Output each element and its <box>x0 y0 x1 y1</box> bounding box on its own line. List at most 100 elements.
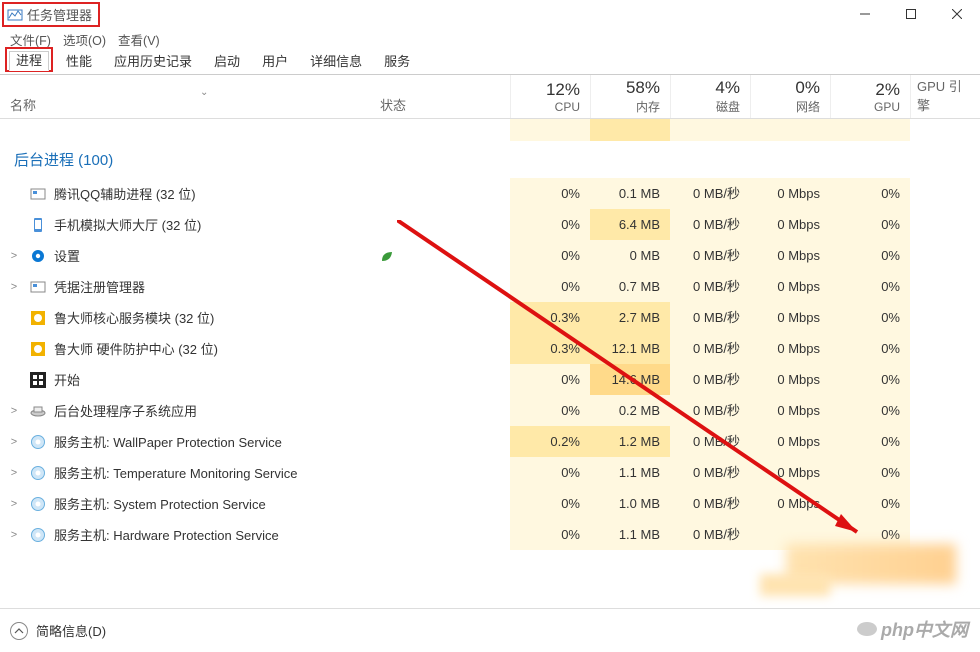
table-row[interactable]: >服务主机: Temperature Monitoring Service0%1… <box>0 457 980 488</box>
cell-gpu: 0% <box>830 333 910 364</box>
table-row[interactable]: 手机模拟大师大厅 (32 位)0%6.4 MB0 MB/秒0 Mbps0% <box>0 209 980 240</box>
cell-memory: 2.7 MB <box>590 302 670 333</box>
process-icon <box>28 434 48 450</box>
tab-details[interactable]: 详细信息 <box>299 47 373 74</box>
cell-gpu: 0% <box>830 209 910 240</box>
cell-disk: 0 MB/秒 <box>670 488 750 519</box>
cell-memory: 6.4 MB <box>590 209 670 240</box>
process-icon <box>28 341 48 357</box>
cell-memory: 1.1 MB <box>590 519 670 550</box>
tab-performance[interactable]: 性能 <box>55 47 103 74</box>
table-row[interactable]: >后台处理程序子系统应用0%0.2 MB0 MB/秒0 Mbps0% <box>0 395 980 426</box>
process-name-text: 手机模拟大师大厅 (32 位) <box>54 215 201 234</box>
expand-toggle[interactable]: > <box>0 467 28 479</box>
process-icon <box>28 372 48 388</box>
blur-overlay-1 <box>786 544 956 584</box>
table-row[interactable]: >凭据注册管理器0%0.7 MB0 MB/秒0 Mbps0% <box>0 271 980 302</box>
expand-toggle[interactable]: > <box>0 436 28 448</box>
blur-overlay-2 <box>760 574 830 596</box>
fewer-details-button[interactable]: 简略信息(D) <box>36 621 106 640</box>
col-disk[interactable]: 4% 磁盘 <box>670 75 750 118</box>
cell-gpu: 0% <box>830 519 910 550</box>
cell-gpu: 0% <box>830 395 910 426</box>
cell-network: 0 Mbps <box>750 302 830 333</box>
table-row[interactable]: >设置0%0 MB0 MB/秒0 Mbps0% <box>0 240 980 271</box>
gpu-label: GPU <box>874 100 900 114</box>
cell-gpu: 0% <box>830 271 910 302</box>
tab-processes[interactable]: 进程 <box>9 51 49 71</box>
process-icon <box>28 527 48 543</box>
table-row[interactable]: 鲁大师核心服务模块 (32 位)0.3%2.7 MB0 MB/秒0 Mbps0% <box>0 302 980 333</box>
cell-cpu: 0% <box>510 364 590 395</box>
close-button[interactable] <box>934 0 980 28</box>
table-row[interactable]: 开始0%14.6 MB0 MB/秒0 Mbps0% <box>0 364 980 395</box>
mem-label: 内存 <box>636 98 660 115</box>
chevron-up-icon[interactable] <box>10 622 28 640</box>
cell-cpu: 0.3% <box>510 302 590 333</box>
col-status-label: 状态 <box>380 95 406 114</box>
col-memory[interactable]: 58% 内存 <box>590 75 670 118</box>
minimize-button[interactable] <box>842 0 888 28</box>
maximize-button[interactable] <box>888 0 934 28</box>
cell-memory: 0 MB <box>590 240 670 271</box>
cell-network: 0 Mbps <box>750 457 830 488</box>
process-name: 凭据注册管理器 <box>28 277 380 296</box>
table-row[interactable]: >服务主机: WallPaper Protection Service0.2%1… <box>0 426 980 457</box>
tab-highlight: 进程 <box>5 47 53 72</box>
table-row[interactable]: 腾讯QQ辅助进程 (32 位)0%0.1 MB0 MB/秒0 Mbps0% <box>0 178 980 209</box>
cell-gpu: 0% <box>830 302 910 333</box>
process-name: 服务主机: WallPaper Protection Service <box>28 432 380 451</box>
tab-apphistory[interactable]: 应用历史记录 <box>103 47 203 74</box>
cell-cpu: 0% <box>510 519 590 550</box>
cell-cpu: 0% <box>510 240 590 271</box>
process-name: 鲁大师 硬件防护中心 (32 位) <box>28 339 380 358</box>
process-status <box>380 249 510 263</box>
expand-toggle[interactable]: > <box>0 405 28 417</box>
cell-cpu: 0% <box>510 209 590 240</box>
expand-toggle[interactable]: > <box>0 281 28 293</box>
cell-disk: 0 MB/秒 <box>670 178 750 209</box>
cell-memory: 0.2 MB <box>590 395 670 426</box>
col-name[interactable]: 名称 ⌄ <box>0 75 380 118</box>
group-background[interactable]: 后台进程 (100) <box>0 141 980 178</box>
process-name: 腾讯QQ辅助进程 (32 位) <box>28 184 380 203</box>
cell-gpu: 0% <box>830 364 910 395</box>
cell-disk: 0 MB/秒 <box>670 364 750 395</box>
process-icon <box>28 217 48 233</box>
tab-users[interactable]: 用户 <box>251 47 299 74</box>
process-name: 服务主机: Hardware Protection Service <box>28 525 380 544</box>
col-gpu-engine[interactable]: GPU 引擎 <box>910 75 970 118</box>
column-headers: 名称 ⌄ 状态 12% CPU 58% 内存 4% 磁盘 0% 网络 2% GP… <box>0 75 980 119</box>
col-status[interactable]: 状态 <box>380 75 510 118</box>
table-row[interactable]: >服务主机: Hardware Protection Service0%1.1 … <box>0 519 980 550</box>
expand-toggle[interactable]: > <box>0 498 28 510</box>
table-row[interactable]: >服务主机: System Protection Service0%1.0 MB… <box>0 488 980 519</box>
expand-toggle[interactable]: > <box>0 250 28 262</box>
cell-memory: 1.2 MB <box>590 426 670 457</box>
col-cpu[interactable]: 12% CPU <box>510 75 590 118</box>
cell-network: 0 Mbps <box>750 240 830 271</box>
process-name-text: 服务主机: Hardware Protection Service <box>54 525 279 544</box>
tab-services[interactable]: 服务 <box>373 47 421 74</box>
expand-toggle[interactable]: > <box>0 529 28 541</box>
col-network[interactable]: 0% 网络 <box>750 75 830 118</box>
table-row[interactable]: 鲁大师 硬件防护中心 (32 位)0.3%12.1 MB0 MB/秒0 Mbps… <box>0 333 980 364</box>
col-gpu[interactable]: 2% GPU <box>830 75 910 118</box>
process-name: 手机模拟大师大厅 (32 位) <box>28 215 380 234</box>
process-name: 设置 <box>28 246 380 265</box>
cpu-label: CPU <box>555 100 580 114</box>
cell-gpu: 0% <box>830 488 910 519</box>
cpu-pct: 12% <box>546 80 580 100</box>
process-name-text: 服务主机: System Protection Service <box>54 494 266 513</box>
cell-disk: 0 MB/秒 <box>670 271 750 302</box>
process-name-text: 设置 <box>54 246 80 265</box>
process-icon <box>28 496 48 512</box>
process-icon <box>28 186 48 202</box>
cell-cpu: 0% <box>510 395 590 426</box>
cell-memory: 0.7 MB <box>590 271 670 302</box>
process-icon <box>28 403 48 419</box>
app-icon <box>7 6 23 22</box>
process-name: 服务主机: Temperature Monitoring Service <box>28 463 380 482</box>
watermark-text: php中文网 <box>881 616 968 642</box>
tab-startup[interactable]: 启动 <box>203 47 251 74</box>
